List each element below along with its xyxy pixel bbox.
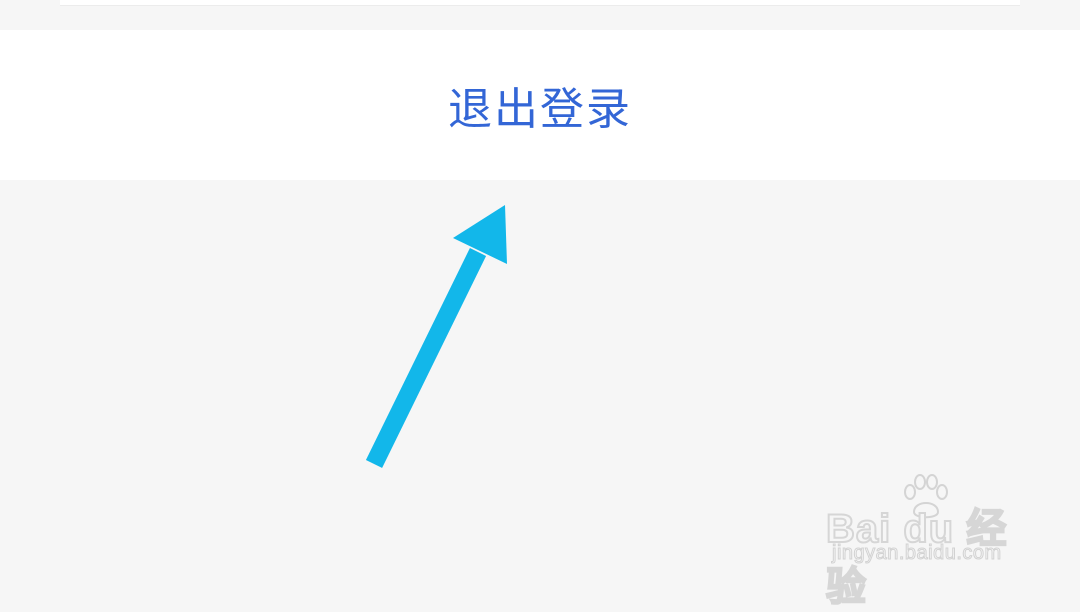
logout-button[interactable]: 退出登录 <box>0 30 1080 180</box>
arrow-shaft <box>365 248 487 468</box>
previous-card-edge <box>60 0 1020 6</box>
baidu-jingyan-watermark: Bai du 经验 jingyan.baidu.com <box>825 474 1026 610</box>
watermark-url-text: jingyan.baidu.com <box>832 542 1002 565</box>
arrow-head <box>453 205 507 264</box>
watermark-logo-text: Bai du 经验 <box>825 506 1008 610</box>
top-strip <box>0 0 1080 30</box>
logout-label: 退出登录 <box>448 84 632 135</box>
paw-icon <box>904 474 948 519</box>
